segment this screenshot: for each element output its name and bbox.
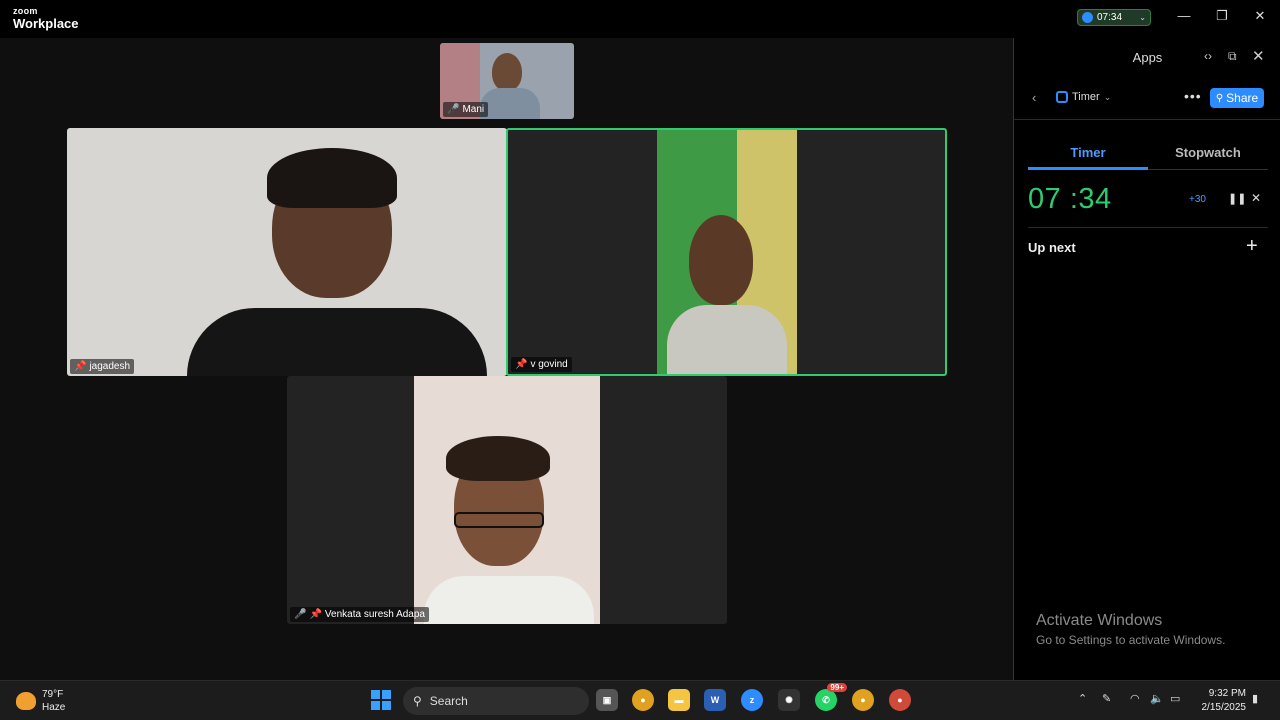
share-label: Share <box>1226 91 1259 105</box>
participant-hair <box>446 436 550 481</box>
chatgpt-icon[interactable]: ✺ <box>778 689 800 711</box>
chrome-icon[interactable]: ● <box>632 689 654 711</box>
participant-name: Mani <box>462 104 485 115</box>
filter-icon: ⚲ <box>1215 92 1224 104</box>
volume-icon[interactable]: 🔈 <box>1150 692 1164 705</box>
zoom-logo: zoom Workplace <box>13 6 79 31</box>
participant-shirt <box>187 308 487 376</box>
timer-tabs: Timer Stopwatch <box>1028 138 1268 170</box>
video-tile-mani[interactable]: 🎤 Mani <box>440 43 574 119</box>
minimize-button[interactable]: — <box>1174 8 1194 23</box>
timer-display: 07 :34 <box>1028 183 1112 215</box>
share-button[interactable]: ⚲ Share <box>1210 88 1264 108</box>
up-next-heading: Up next <box>1028 240 1076 255</box>
participant-name-label: 🎤 Mani <box>443 102 489 117</box>
glasses <box>454 512 544 528</box>
chevron-down-icon: ⌄ <box>1139 13 1146 22</box>
brand-small: zoom <box>13 6 38 16</box>
timer-icon <box>1082 12 1093 23</box>
taskbar-clock[interactable]: 9:32 PM 2/15/2025 <box>1196 687 1247 715</box>
search-icon: ⚲ <box>413 694 422 708</box>
video-feed <box>414 376 600 624</box>
participant-hair <box>267 148 397 208</box>
muted-mic-icon: 🎤 <box>447 104 460 115</box>
panel-header: Apps ‹› ⧉ ✕ ‹ Timer ⌄ ••• ⚲ Share <box>1014 38 1280 120</box>
pause-icon[interactable]: ❚❚ <box>1228 192 1246 205</box>
weather-widget[interactable]: 79°F Haze <box>16 688 65 714</box>
clock-date: 2/15/2025 <box>1201 702 1247 713</box>
stop-timer-icon[interactable]: ✕ <box>1251 191 1261 205</box>
code-icon[interactable]: ‹› <box>1204 49 1212 63</box>
windows-start-icon[interactable] <box>371 690 391 710</box>
apps-side-panel: Apps ‹› ⧉ ✕ ‹ Timer ⌄ ••• ⚲ Share Timer … <box>1013 38 1280 680</box>
divider <box>1028 227 1268 228</box>
taskbar-search[interactable]: ⚲ Search <box>403 687 589 715</box>
wifi-icon[interactable]: ◠ <box>1130 692 1140 705</box>
participant-name-label: 📌 v govind <box>511 357 572 372</box>
video-tile-v-govind[interactable]: 📌 v govind <box>506 128 947 376</box>
battery-icon[interactable]: ▭ <box>1170 692 1180 705</box>
app-selector[interactable]: Timer ⌄ <box>1056 91 1111 103</box>
word-icon[interactable]: W <box>704 689 726 711</box>
notification-icon[interactable]: ▮ <box>1252 692 1258 705</box>
activate-windows-watermark: Activate Windows Go to Settings to activ… <box>1036 612 1225 647</box>
watermark-subtitle: Go to Settings to activate Windows. <box>1036 633 1226 647</box>
more-options-icon[interactable]: ••• <box>1184 88 1202 104</box>
title-bar: zoom Workplace 07:34 ⌄ — ❐ ✕ <box>0 0 1280 38</box>
brand-name: Workplace <box>13 16 79 31</box>
close-panel-icon[interactable]: ✕ <box>1252 47 1265 65</box>
participant-shirt <box>424 576 594 624</box>
watermark-title: Activate Windows <box>1036 612 1163 629</box>
muted-mic-icon: 🎤 <box>294 609 307 620</box>
pop-out-icon[interactable]: ⧉ <box>1228 49 1237 64</box>
participant-face <box>492 53 522 91</box>
video-gallery: 🎤 Mani 📌 jagadesh 📌 v govind 🎤 📌 Venkata… <box>0 38 1013 680</box>
participant-shirt <box>480 88 540 119</box>
maximize-button[interactable]: ❐ <box>1212 8 1232 24</box>
task-view-icon[interactable]: ▣ <box>596 689 618 711</box>
meeting-timer-pill[interactable]: 07:34 ⌄ <box>1077 9 1151 26</box>
timer-pill-value: 07:34 <box>1097 12 1123 23</box>
participant-name-label: 📌 jagadesh <box>70 359 135 374</box>
clock-time: 9:32 PM <box>1208 688 1246 699</box>
zoom-window: zoom Workplace 07:34 ⌄ — ❐ ✕ 🎤 Mani 📌 ja… <box>0 0 1280 680</box>
zoom-taskbar-icon[interactable]: z <box>741 689 763 711</box>
weather-condition: Haze <box>42 702 66 713</box>
chevron-up-icon[interactable]: ⌃ <box>1078 692 1087 705</box>
whatsapp-badge: 99+ <box>827 683 847 692</box>
temperature: 79°F <box>42 689 64 700</box>
tab-timer[interactable]: Timer <box>1028 145 1148 170</box>
add-timer-icon[interactable]: + <box>1246 235 1258 258</box>
participant-name-label: 🎤 📌 Venkata suresh Adapa <box>290 607 429 622</box>
pin-icon: 📌 <box>74 361 87 372</box>
video-tile-jagadesh[interactable]: 📌 jagadesh <box>67 128 507 376</box>
close-button[interactable]: ✕ <box>1250 8 1270 24</box>
participant-face <box>689 215 753 305</box>
participant-name: jagadesh <box>89 361 131 372</box>
chevron-down-icon: ⌄ <box>1103 91 1112 102</box>
pen-icon[interactable]: ✎ <box>1102 692 1111 705</box>
participant-name: Venkata suresh Adapa <box>324 609 425 620</box>
windows-taskbar: 79°F Haze ⚲ Search ▣ ● ▬ W z ✺ ✆ 99+ ● ● … <box>0 680 1280 720</box>
pin-icon: 📌 <box>515 359 528 370</box>
pin-icon: 📌 <box>309 609 322 620</box>
tab-stopwatch[interactable]: Stopwatch <box>1148 145 1268 160</box>
timer-app-icon <box>1056 91 1068 103</box>
chrome-profile-icon[interactable]: ● <box>852 689 874 711</box>
weather-haze-icon <box>16 692 36 710</box>
video-feed <box>657 130 797 374</box>
participant-name: v govind <box>530 359 568 370</box>
whatsapp-icon[interactable]: ✆ 99+ <box>815 683 847 711</box>
app-name: Timer <box>1072 91 1100 103</box>
file-explorer-icon[interactable]: ▬ <box>668 689 690 711</box>
panel-title: Apps <box>1132 50 1163 65</box>
chrome-profile-2-icon[interactable]: ● <box>889 689 911 711</box>
participant-shirt <box>667 305 787 374</box>
video-tile-venkata[interactable]: 🎤 📌 Venkata suresh Adapa <box>287 376 727 624</box>
search-placeholder: Search <box>429 694 468 708</box>
add-30-seconds-button[interactable]: +30 <box>1189 194 1206 205</box>
back-icon[interactable]: ‹ <box>1032 90 1036 105</box>
